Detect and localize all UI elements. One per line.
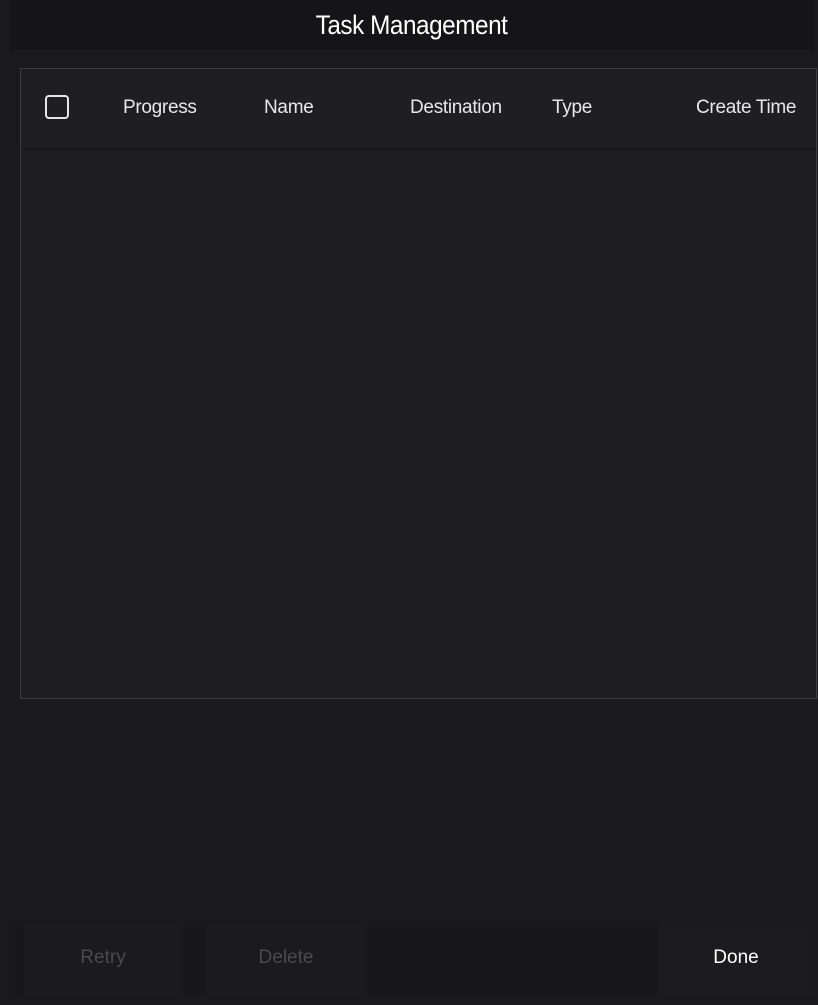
column-header-progress[interactable]: Progress [123,69,197,147]
column-header-destination[interactable]: Destination [410,69,502,147]
column-header-create-time[interactable]: Create Time [696,69,796,147]
delete-button[interactable]: Delete [206,922,366,994]
task-management-dialog: Task Management Progress Name Destinatio… [0,0,818,1005]
column-header-name[interactable]: Name [264,69,314,147]
column-header-type[interactable]: Type [552,69,592,147]
select-all-checkbox[interactable] [45,95,69,119]
table-body [21,149,816,698]
task-table: Progress Name Destination Type Create Ti… [20,68,817,699]
title-bar: Task Management [10,0,814,50]
table-header: Progress Name Destination Type Create Ti… [21,69,816,149]
button-bar: Retry Delete Done [10,922,814,994]
done-button[interactable]: Done [658,922,814,994]
retry-button[interactable]: Retry [24,922,182,994]
dialog-title: Task Management [316,9,508,40]
